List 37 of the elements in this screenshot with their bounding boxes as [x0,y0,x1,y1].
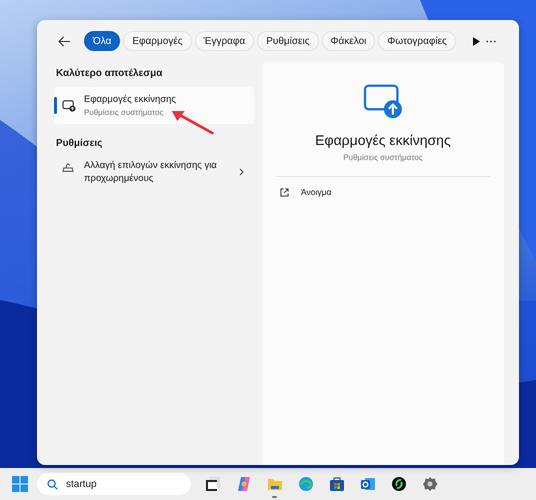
browser-icon[interactable] [298,476,314,492]
result-subtitle: Ρυθμίσεις συστήματος [84,108,164,117]
startup-apps-icon [362,84,403,120]
preview-subtitle: Ρυθμίσεις συστήματος [343,153,423,162]
open-action[interactable]: Άνοιγμα [262,177,504,207]
chevron-right-icon [239,168,244,176]
settings-result[interactable]: Αλλαγή επιλογών εκκίνησης για προχωρημένους [54,157,254,187]
filter-tab[interactable]: Ρυθμίσεις [257,31,319,51]
filter-tab[interactable]: Φωτογραφίες [378,31,456,51]
result-title: Εφαρμογές εκκίνησης [84,94,176,105]
best-match-result[interactable]: Εφαρμογές εκκίνησης Ρυθμίσεις συστήματος [54,87,254,124]
store-icon[interactable] [328,476,344,492]
play-icon[interactable] [472,36,480,46]
filter-tab[interactable]: Έγγραφα [194,31,254,51]
selection-indicator [54,97,57,114]
mail-icon[interactable] [360,476,376,492]
more-icon[interactable] [486,40,496,42]
search-icon [47,479,58,490]
preview-title: Εφαρμογές εκκίνησης [315,132,451,148]
back-arrow-icon[interactable] [58,36,71,46]
taskbar-search-field[interactable]: startup [37,473,191,495]
section-heading: Ρυθμίσεις [56,138,104,149]
running-indicator [272,496,277,498]
external-link-icon [280,188,289,196]
sync-app-icon[interactable] [390,476,406,492]
filter-tab[interactable]: Φάκελοι [322,31,376,51]
task-view-icon[interactable] [204,476,220,492]
start-icon[interactable] [12,476,28,492]
folder-icon[interactable] [266,476,282,492]
gear-icon[interactable] [422,476,438,492]
section-heading: Καλύτερο αποτέλεσμα [56,68,164,79]
startup-apps-icon [62,100,76,112]
copilot-icon[interactable] [236,476,252,492]
annotation-arrow [170,108,216,136]
filter-tab[interactable]: Εφαρμογές [123,31,192,51]
filter-tab[interactable]: Όλα [84,31,120,51]
result-title: Αλλαγή επιλογών εκκίνησης για προχωρημένους [84,159,218,185]
